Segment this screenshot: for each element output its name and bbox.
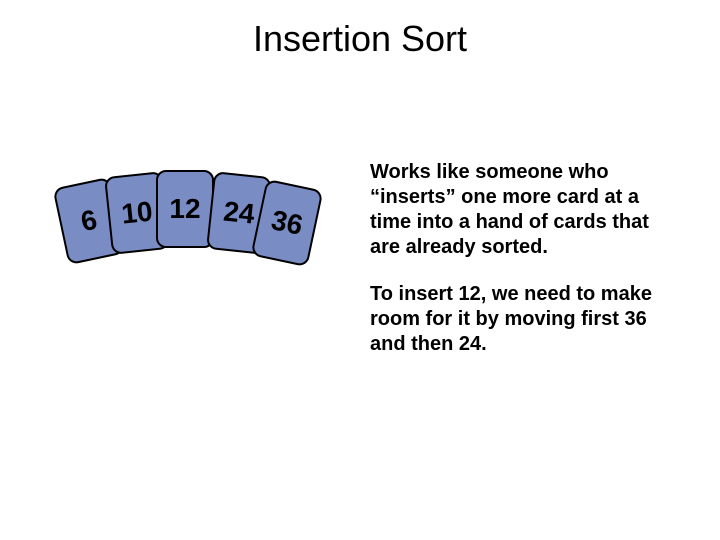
card-12: 12	[156, 170, 214, 248]
card-hand: 610122436	[60, 170, 360, 290]
description-paragraph-1: Works like someone who “inserts” one mor…	[370, 160, 680, 260]
description-block: Works like someone who “inserts” one mor…	[370, 160, 680, 379]
page-title: Insertion Sort	[0, 18, 720, 60]
description-paragraph-2: To insert 12, we need to make room for i…	[370, 282, 680, 357]
